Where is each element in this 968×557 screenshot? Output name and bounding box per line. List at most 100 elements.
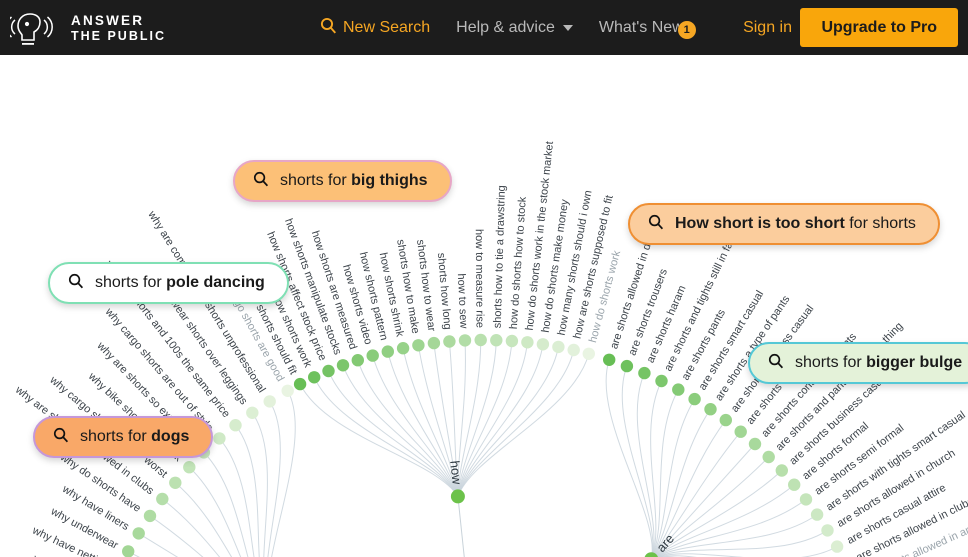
leaf-link [342, 365, 459, 497]
leaf-node [762, 450, 775, 464]
leaf-label: how to measure rise [473, 229, 486, 328]
leaf-node [281, 384, 294, 397]
wheel-hubs: whyhowarewhich [447, 460, 677, 557]
leaf-node [381, 345, 394, 358]
leaf-link [267, 401, 281, 557]
leaf-node [704, 403, 717, 416]
leaf-node [799, 493, 813, 506]
leaf-node [688, 392, 701, 406]
nav-help-advice-label: Help & advice [456, 18, 555, 36]
leaf-node [322, 364, 335, 378]
leaf-node [719, 413, 732, 427]
leaf-node [474, 333, 487, 347]
leaf-link [605, 359, 653, 557]
search-icon [320, 17, 337, 39]
chevron-down-icon [562, 24, 573, 31]
leaf-label: how to sew [455, 273, 470, 329]
leaf-node [775, 464, 788, 477]
suggestion-bubble-bigger-bulge[interactable]: shorts for bigger bulge [748, 342, 968, 384]
leaf-node [308, 371, 321, 384]
leaf-node [143, 509, 157, 523]
hub-label: how [447, 460, 464, 486]
leaf-node [490, 334, 503, 347]
leaf-link [654, 514, 818, 557]
answer-the-public-page: ultra-useful content, products and servi… [0, 0, 968, 557]
leaf-link [219, 438, 255, 557]
leaf-node [552, 340, 565, 354]
nav-whats-new-label: What's New [598, 18, 684, 36]
leaf-node [748, 437, 762, 451]
logo-line-2: THE PUBLIC [71, 28, 166, 43]
leaf-link [313, 377, 459, 497]
notification-badge: 1 [677, 20, 696, 39]
suggestion-bubble-bigger-bulge-label: shorts for bigger bulge [795, 354, 963, 371]
leaf-node [582, 347, 595, 360]
leaf-node [655, 374, 668, 388]
leaf-node [156, 492, 169, 506]
logo-line-1: ANSWER [71, 13, 145, 29]
suggestion-bubble-big-thighs[interactable]: shorts for big thighs [233, 160, 452, 202]
leaf-node [443, 335, 456, 348]
leaf-node [412, 339, 425, 352]
top-navigation-bar: ANSWER THE PUBLIC New Search Help & advi… [0, 0, 968, 55]
leaf-node [638, 366, 651, 380]
suggestion-bubble-dogs-label: shorts for dogs [80, 428, 190, 445]
leaf-link [161, 498, 221, 557]
hub-node [450, 489, 465, 504]
leaf-node [246, 406, 259, 419]
suggestion-bubble-how-short-label: How short is too short for shorts [675, 215, 916, 232]
leaf-node [263, 395, 276, 408]
leaf-node [810, 508, 824, 521]
hub-spoke [457, 496, 465, 557]
leaf-link [357, 360, 459, 497]
logo[interactable]: ANSWER THE PUBLIC [6, 8, 175, 48]
leaf-link [457, 349, 575, 497]
leaf-node [336, 359, 350, 372]
logo-wordmark: ANSWER THE PUBLIC [71, 13, 166, 42]
search-icon [768, 353, 784, 374]
search-icon [68, 273, 84, 294]
suggestion-bubble-dogs[interactable]: shorts for dogs [33, 416, 214, 458]
leaf-link [653, 484, 795, 557]
search-icon [253, 171, 269, 192]
leaf-node [213, 432, 226, 445]
leaf-node [132, 527, 145, 540]
leaf-link [203, 452, 249, 557]
suggestion-bubble-pole-dancing-label: shorts for pole dancing [95, 274, 265, 291]
leaf-node [293, 377, 307, 391]
leaf-node [830, 540, 844, 553]
upgrade-to-pro-button[interactable]: Upgrade to Pro [800, 8, 958, 47]
leaf-node [183, 461, 196, 474]
search-icon [53, 427, 69, 448]
suggestion-bubble-pole-dancing[interactable]: shorts for pole dancing [48, 262, 289, 304]
leaf-link [621, 365, 654, 557]
leaf-node [536, 338, 550, 351]
leaf-node [521, 336, 534, 349]
leaf-node [458, 334, 472, 347]
leaf-node [427, 336, 441, 350]
leaf-link [299, 383, 459, 497]
leaf-node [603, 353, 616, 366]
leaf-node [366, 349, 379, 362]
nav-help-advice[interactable]: Help & advice [456, 19, 573, 37]
questions-wheel[interactable]: whyhowarewhichwhy shorts are better than… [0, 55, 968, 557]
nav-whats-new[interactable]: What's New 1 [598, 18, 696, 39]
nav-new-search[interactable]: New Search [320, 17, 430, 39]
leaf-label: shorts how long [435, 252, 454, 330]
leaf-node [505, 334, 519, 348]
leaf-link [654, 499, 807, 557]
leaf-link [235, 424, 260, 557]
leaf-node [229, 419, 242, 432]
leaf-link [650, 380, 662, 557]
leaf-node [396, 342, 410, 355]
leaf-link [457, 342, 528, 497]
leaf-node [567, 343, 580, 357]
wheel-svg: whyhowarewhichwhy shorts are better than… [12, 141, 968, 557]
sign-in-link[interactable]: Sign in [743, 0, 792, 55]
search-icon [648, 214, 664, 235]
suggestion-bubble-how-short[interactable]: How short is too short for shorts [628, 203, 940, 245]
leaf-node [351, 354, 364, 367]
leaf-node [734, 425, 747, 438]
main-nav: New Search Help & advice What's New 1 [320, 0, 696, 55]
suggestion-bubble-big-thighs-label: shorts for big thighs [280, 172, 428, 189]
